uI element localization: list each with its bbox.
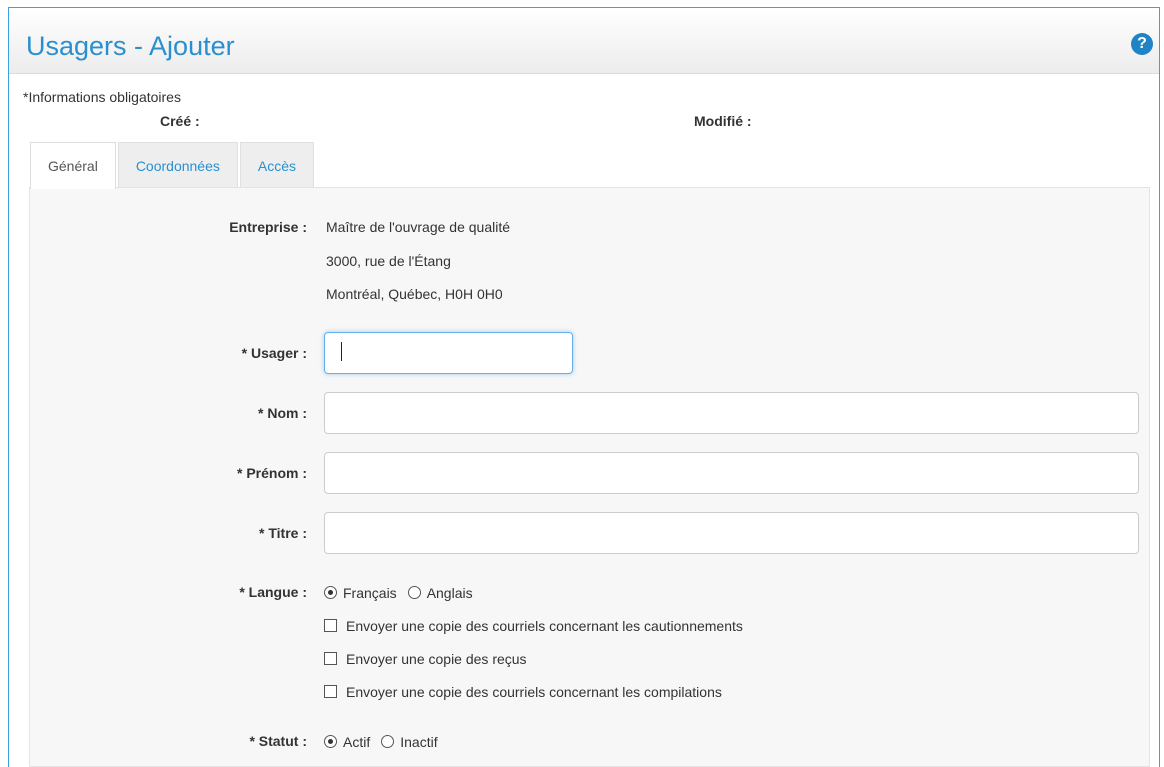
tab-general[interactable]: Général — [30, 142, 116, 189]
tab-coordonnees[interactable]: Coordonnées — [117, 142, 238, 188]
company-address: 3000, rue de l'Étang — [326, 253, 451, 269]
required-fields-note: *Informations obligatoires — [23, 89, 181, 105]
language-label: * Langue : — [239, 584, 307, 600]
copy-receipts-checkbox[interactable] — [324, 652, 337, 665]
title-label: * Titre : — [259, 525, 307, 541]
company-label: Entreprise : — [229, 219, 307, 235]
tab-acces[interactable]: Accès — [239, 142, 314, 188]
status-option-inactif-label: Inactif — [400, 733, 438, 750]
status-option-actif-label: Actif — [343, 733, 371, 750]
language-option-francais-label: Français — [343, 584, 397, 601]
page-header: Usagers - Ajouter ? — [9, 8, 1159, 74]
copy-compilations-checkbox[interactable] — [324, 685, 337, 698]
help-icon[interactable]: ? — [1131, 33, 1153, 55]
language-radio-group: Français Anglais — [324, 584, 484, 601]
copy-bonds-option: Envoyer une copie des courriels concerna… — [324, 617, 743, 634]
copy-bonds-label: Envoyer une copie des courriels concerna… — [346, 617, 743, 634]
first-name-input[interactable] — [324, 452, 1139, 494]
page-title: Usagers - Ajouter — [26, 31, 235, 61]
copy-bonds-checkbox[interactable] — [324, 619, 337, 632]
copy-receipts-option: Envoyer une copie des reçus — [324, 650, 527, 667]
title-input[interactable] — [324, 512, 1139, 554]
company-name: Maître de l'ouvrage de qualité — [326, 219, 511, 235]
first-name-label: * Prénom : — [236, 465, 307, 481]
copy-receipts-label: Envoyer une copie des reçus — [346, 650, 527, 667]
company-city: Montréal, Québec, H0H 0H0 — [326, 286, 503, 302]
status-radio-group: Actif Inactif — [324, 733, 449, 750]
status-radio-actif[interactable] — [324, 735, 337, 748]
last-name-label: * Nom : — [258, 405, 307, 421]
username-input[interactable] — [324, 332, 573, 374]
language-radio-anglais[interactable] — [407, 586, 421, 599]
last-name-input[interactable] — [324, 392, 1139, 434]
tab-bar: Général Coordonnées Accès — [30, 142, 316, 189]
language-radio-francais[interactable] — [324, 586, 337, 599]
username-label: * Usager : — [241, 345, 307, 361]
status-radio-inactif[interactable] — [381, 735, 395, 748]
copy-compilations-label: Envoyer une copie des courriels concerna… — [346, 683, 722, 700]
modified-label: Modifié : — [694, 113, 752, 129]
copy-compilations-option: Envoyer une copie des courriels concerna… — [324, 683, 722, 700]
text-caret — [341, 342, 342, 361]
created-label: Créé : — [160, 113, 200, 129]
language-option-anglais-label: Anglais — [426, 584, 473, 601]
